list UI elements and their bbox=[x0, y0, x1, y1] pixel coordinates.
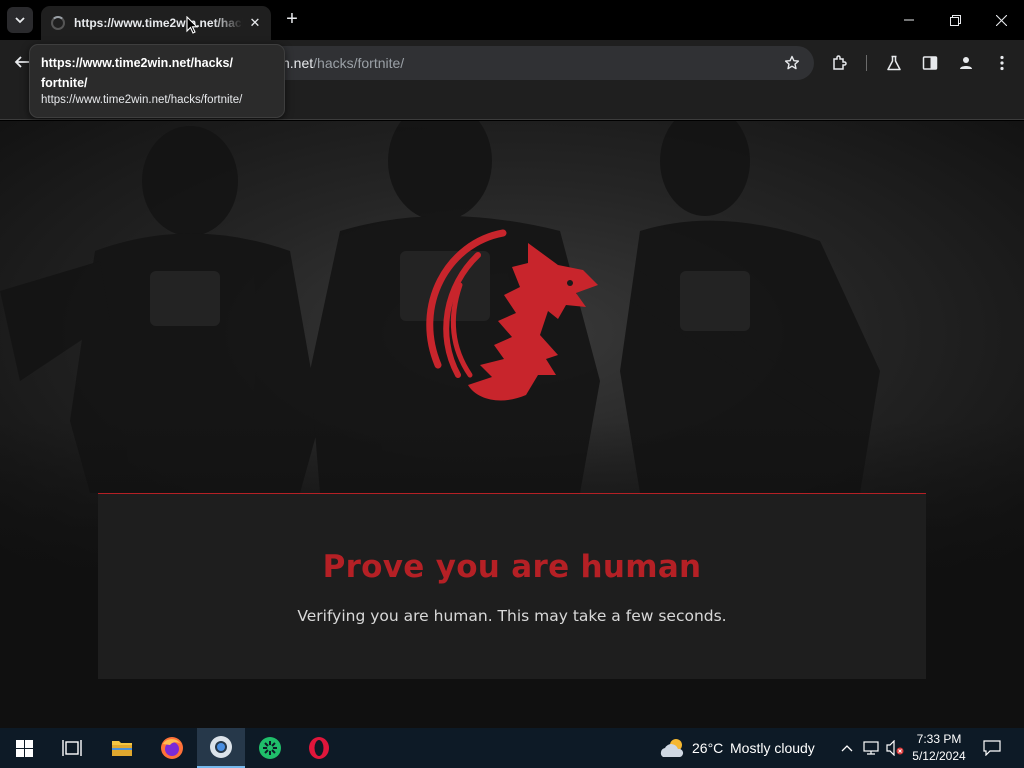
notifications-button[interactable] bbox=[976, 728, 1008, 768]
page-heading: Prove you are human bbox=[322, 549, 702, 585]
menu-kebab-icon[interactable] bbox=[992, 53, 1012, 73]
volume-muted-icon bbox=[886, 740, 904, 756]
network-button[interactable] bbox=[861, 728, 881, 768]
active-tab[interactable]: https://www.time2win.net/hacks/fortnite/… bbox=[41, 6, 271, 40]
arrow-left-icon bbox=[14, 56, 29, 68]
clock-time: 7:33 PM bbox=[916, 732, 962, 746]
title-bar: https://www.time2win.net/hacks/fortnite/… bbox=[0, 0, 1024, 40]
chrome-icon bbox=[210, 736, 232, 758]
new-tab-button[interactable]: + bbox=[281, 8, 303, 30]
address-bar[interactable]: n.net/hacks/fortnite/ bbox=[240, 46, 814, 80]
side-panel-icon[interactable] bbox=[920, 53, 940, 73]
chevron-down-icon bbox=[15, 17, 25, 24]
extensions-icon[interactable] bbox=[830, 53, 850, 73]
tooltip-url: https://www.time2win.net/hacks/fortnite/ bbox=[41, 94, 243, 106]
dragon-logo bbox=[426, 229, 598, 401]
file-explorer-button[interactable] bbox=[98, 728, 146, 768]
mouse-cursor-icon bbox=[186, 16, 198, 34]
weather-cloudy-icon bbox=[660, 739, 684, 757]
firefox-icon bbox=[161, 737, 183, 759]
tooltip-title-line1: https://www.time2win.net/hacks/ bbox=[41, 56, 233, 70]
show-hidden-icons-button[interactable] bbox=[838, 728, 856, 768]
windows-start-icon bbox=[15, 739, 33, 757]
clock-date: 5/12/2024 bbox=[912, 749, 966, 763]
tab-search-button[interactable] bbox=[7, 7, 33, 33]
webpage-content: Prove you are human Verifying you are hu… bbox=[0, 121, 1024, 728]
task-view-icon bbox=[62, 740, 82, 756]
address-url: n.net/hacks/fortnite/ bbox=[282, 55, 405, 71]
labs-flask-icon[interactable] bbox=[884, 53, 904, 73]
green-app-button[interactable] bbox=[246, 728, 294, 768]
tab-hover-tooltip: https://www.time2win.net/hacks/ fortnite… bbox=[29, 44, 285, 118]
opera-icon bbox=[309, 737, 329, 759]
close-window-button[interactable] bbox=[978, 0, 1024, 40]
file-explorer-icon bbox=[112, 741, 132, 756]
minimize-icon bbox=[904, 19, 914, 21]
toolbar-separator bbox=[866, 55, 867, 71]
chrome-button[interactable] bbox=[197, 728, 245, 768]
green-app-icon bbox=[259, 737, 281, 759]
weather-temperature[interactable]: 26°C bbox=[692, 740, 723, 756]
bookmark-star-icon[interactable] bbox=[782, 53, 802, 73]
firefox-button[interactable] bbox=[148, 728, 196, 768]
close-icon bbox=[995, 14, 1007, 26]
tooltip-title-line2: fortnite/ bbox=[41, 76, 88, 90]
notification-icon bbox=[983, 740, 1001, 756]
close-tab-icon[interactable]: ✕ bbox=[247, 15, 263, 31]
loading-spinner-icon bbox=[51, 16, 65, 30]
restore-icon bbox=[949, 14, 961, 26]
task-view-button[interactable] bbox=[48, 728, 96, 768]
opera-button[interactable] bbox=[295, 728, 343, 768]
network-icon bbox=[863, 741, 879, 755]
verification-panel: Prove you are human Verifying you are hu… bbox=[98, 493, 926, 679]
tab-title: https://www.time2win.net/hacks/fortnite/ bbox=[74, 16, 243, 30]
taskbar-clock[interactable]: 7:33 PM 5/12/2024 bbox=[908, 731, 970, 765]
minimize-button[interactable] bbox=[886, 0, 932, 40]
restore-button[interactable] bbox=[932, 0, 978, 40]
verification-message: Verifying you are human. This may take a… bbox=[297, 607, 727, 625]
profile-icon[interactable] bbox=[956, 53, 976, 73]
start-button[interactable] bbox=[0, 728, 48, 768]
volume-button[interactable] bbox=[884, 728, 906, 768]
chevron-up-icon bbox=[841, 745, 853, 752]
weather-condition[interactable]: Mostly cloudy bbox=[730, 740, 815, 756]
windows-taskbar: 26°C Mostly cloudy 7:33 PM 5/12/2024 bbox=[0, 728, 1024, 768]
